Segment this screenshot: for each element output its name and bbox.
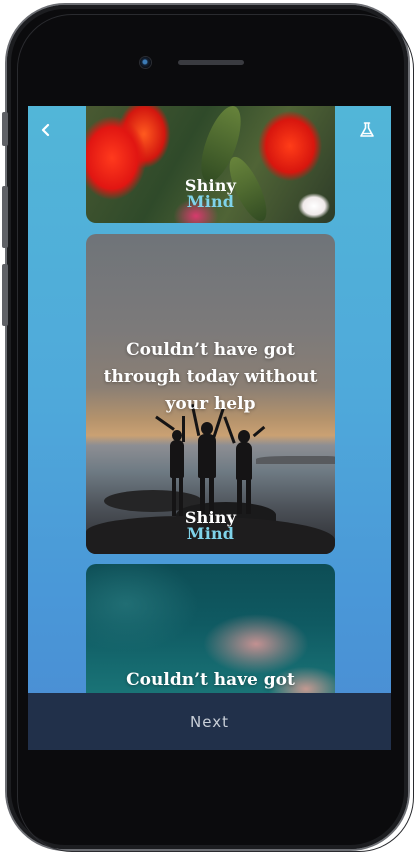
- distant-headland: [256, 456, 335, 464]
- card-message: Couldn’t have got: [126, 670, 295, 690]
- next-button-label: Next: [190, 712, 229, 731]
- shiny-mind-logo: Shiny Mind: [86, 510, 335, 542]
- front-camera: [140, 57, 151, 68]
- logo-line-2: Mind: [186, 524, 235, 543]
- chevron-left-icon[interactable]: [34, 118, 58, 142]
- card-message: Couldn’t have got through today without …: [103, 340, 318, 414]
- volume-down-button: [2, 264, 8, 326]
- message-card-tulips[interactable]: Shiny Mind: [86, 106, 335, 223]
- message-card-sunset[interactable]: Couldn’t have got through today without …: [86, 234, 335, 554]
- mute-switch: [2, 112, 8, 146]
- next-button[interactable]: Next: [28, 693, 391, 750]
- volume-up-button: [2, 186, 8, 248]
- app-screen: Shiny Mind Couldn’t have got through tod…: [28, 106, 391, 750]
- shiny-mind-logo: Shiny Mind: [86, 178, 335, 210]
- flask-icon[interactable]: [355, 118, 379, 142]
- logo-line-2: Mind: [186, 192, 235, 211]
- earpiece-speaker: [178, 60, 244, 65]
- message-card-sky[interactable]: Couldn’t have got: [86, 564, 335, 714]
